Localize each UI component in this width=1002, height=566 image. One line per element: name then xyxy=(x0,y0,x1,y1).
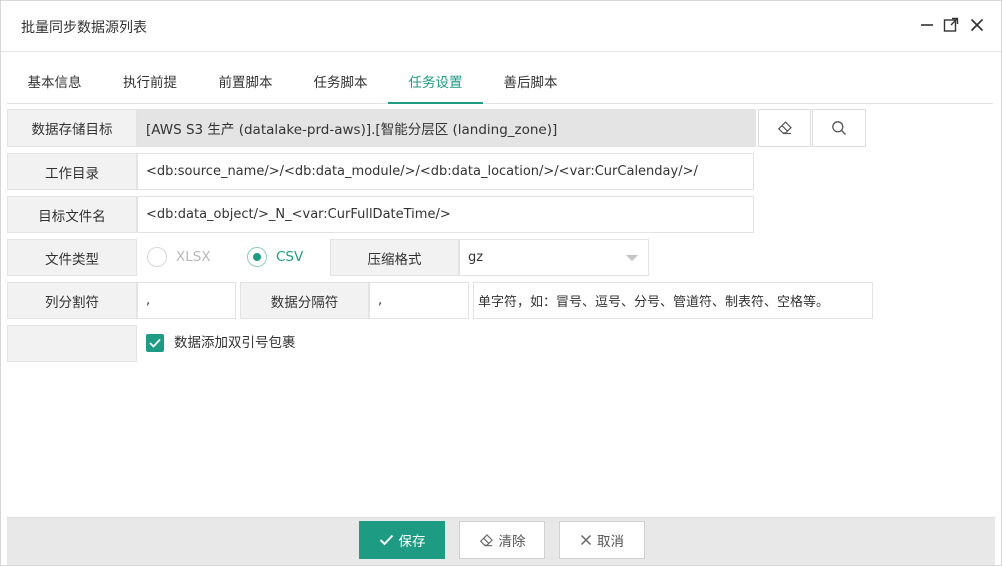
tab-task-script[interactable]: 任务脚本 xyxy=(293,63,388,103)
clear-button[interactable]: 清除 xyxy=(459,521,545,559)
tab-pre-script[interactable]: 前置脚本 xyxy=(198,63,293,103)
radio-circle xyxy=(247,247,267,267)
tab-basic-info[interactable]: 基本信息 xyxy=(7,63,102,103)
quote-wrap-label: 数据添加双引号包裹 xyxy=(174,335,296,351)
tab-task-settings[interactable]: 任务设置 xyxy=(388,63,483,104)
column-separator-input[interactable]: , xyxy=(137,282,236,319)
maximize-icon[interactable] xyxy=(941,15,961,35)
tab-bar: 基本信息 执行前提 前置脚本 任务脚本 任务设置 善后脚本 xyxy=(7,63,993,104)
close-icon[interactable] xyxy=(967,15,987,35)
save-label: 保存 xyxy=(398,534,426,550)
compression-value: gz xyxy=(468,250,484,265)
compression-select[interactable]: gz xyxy=(459,239,649,276)
dialog-window: 批量同步数据源列表 基本信息 执行前提 前置脚本 任务脚本 任务设置 善后脚本 … xyxy=(0,0,1002,566)
clear-label: 清除 xyxy=(498,534,526,550)
column-separator-label: 列分割符 xyxy=(7,282,137,319)
eraser-icon xyxy=(479,533,493,546)
storage-target-label: 数据存储目标 xyxy=(7,109,137,147)
target-filename-label: 目标文件名 xyxy=(7,196,137,233)
minimize-icon[interactable] xyxy=(917,15,937,35)
compression-label: 压缩格式 xyxy=(330,239,459,276)
eraser-button[interactable] xyxy=(758,109,811,147)
save-button[interactable]: 保存 xyxy=(359,521,445,559)
dialog-footer: 保存 清除 取消 xyxy=(7,517,995,565)
radio-csv[interactable]: CSV xyxy=(247,247,303,267)
file-type-label: 文件类型 xyxy=(7,239,137,276)
search-icon xyxy=(832,121,846,135)
chevron-down-icon xyxy=(626,254,638,261)
radio-csv-label: CSV xyxy=(276,249,304,265)
search-button[interactable] xyxy=(812,109,866,147)
quote-wrap-checkbox[interactable] xyxy=(146,334,164,352)
separator-hint: 单字符，如：冒号、逗号、分号、管道符、制表符、空格等。 xyxy=(473,282,873,319)
storage-target-field[interactable]: [AWS S3 生产 (datalake-prd-aws)].[智能分层区 (l… xyxy=(137,109,756,147)
close-icon xyxy=(580,534,592,546)
check-icon xyxy=(379,534,393,546)
radio-circle xyxy=(147,247,167,267)
data-separator-label: 数据分隔符 xyxy=(240,282,369,319)
empty-label-cell xyxy=(7,325,137,362)
radio-xlsx-label: XLSX xyxy=(176,249,211,265)
tab-post-script[interactable]: 善后脚本 xyxy=(483,63,578,103)
radio-xlsx[interactable]: XLSX xyxy=(147,247,211,267)
dialog-titlebar: 批量同步数据源列表 xyxy=(1,1,1001,52)
cancel-button[interactable]: 取消 xyxy=(559,521,645,559)
checkmark-icon xyxy=(149,338,161,348)
dialog-title: 批量同步数据源列表 xyxy=(21,20,147,36)
data-separator-input[interactable]: , xyxy=(369,282,469,319)
tab-prerequisites[interactable]: 执行前提 xyxy=(102,63,198,103)
cancel-label: 取消 xyxy=(597,534,624,550)
work-dir-label: 工作目录 xyxy=(7,153,137,190)
eraser-icon xyxy=(777,121,792,135)
target-filename-input[interactable]: <db:data_object/>_N_<var:CurFullDateTime… xyxy=(137,196,754,233)
work-dir-input[interactable]: <db:source_name/>/<db:data_module/>/<db:… xyxy=(137,153,754,190)
